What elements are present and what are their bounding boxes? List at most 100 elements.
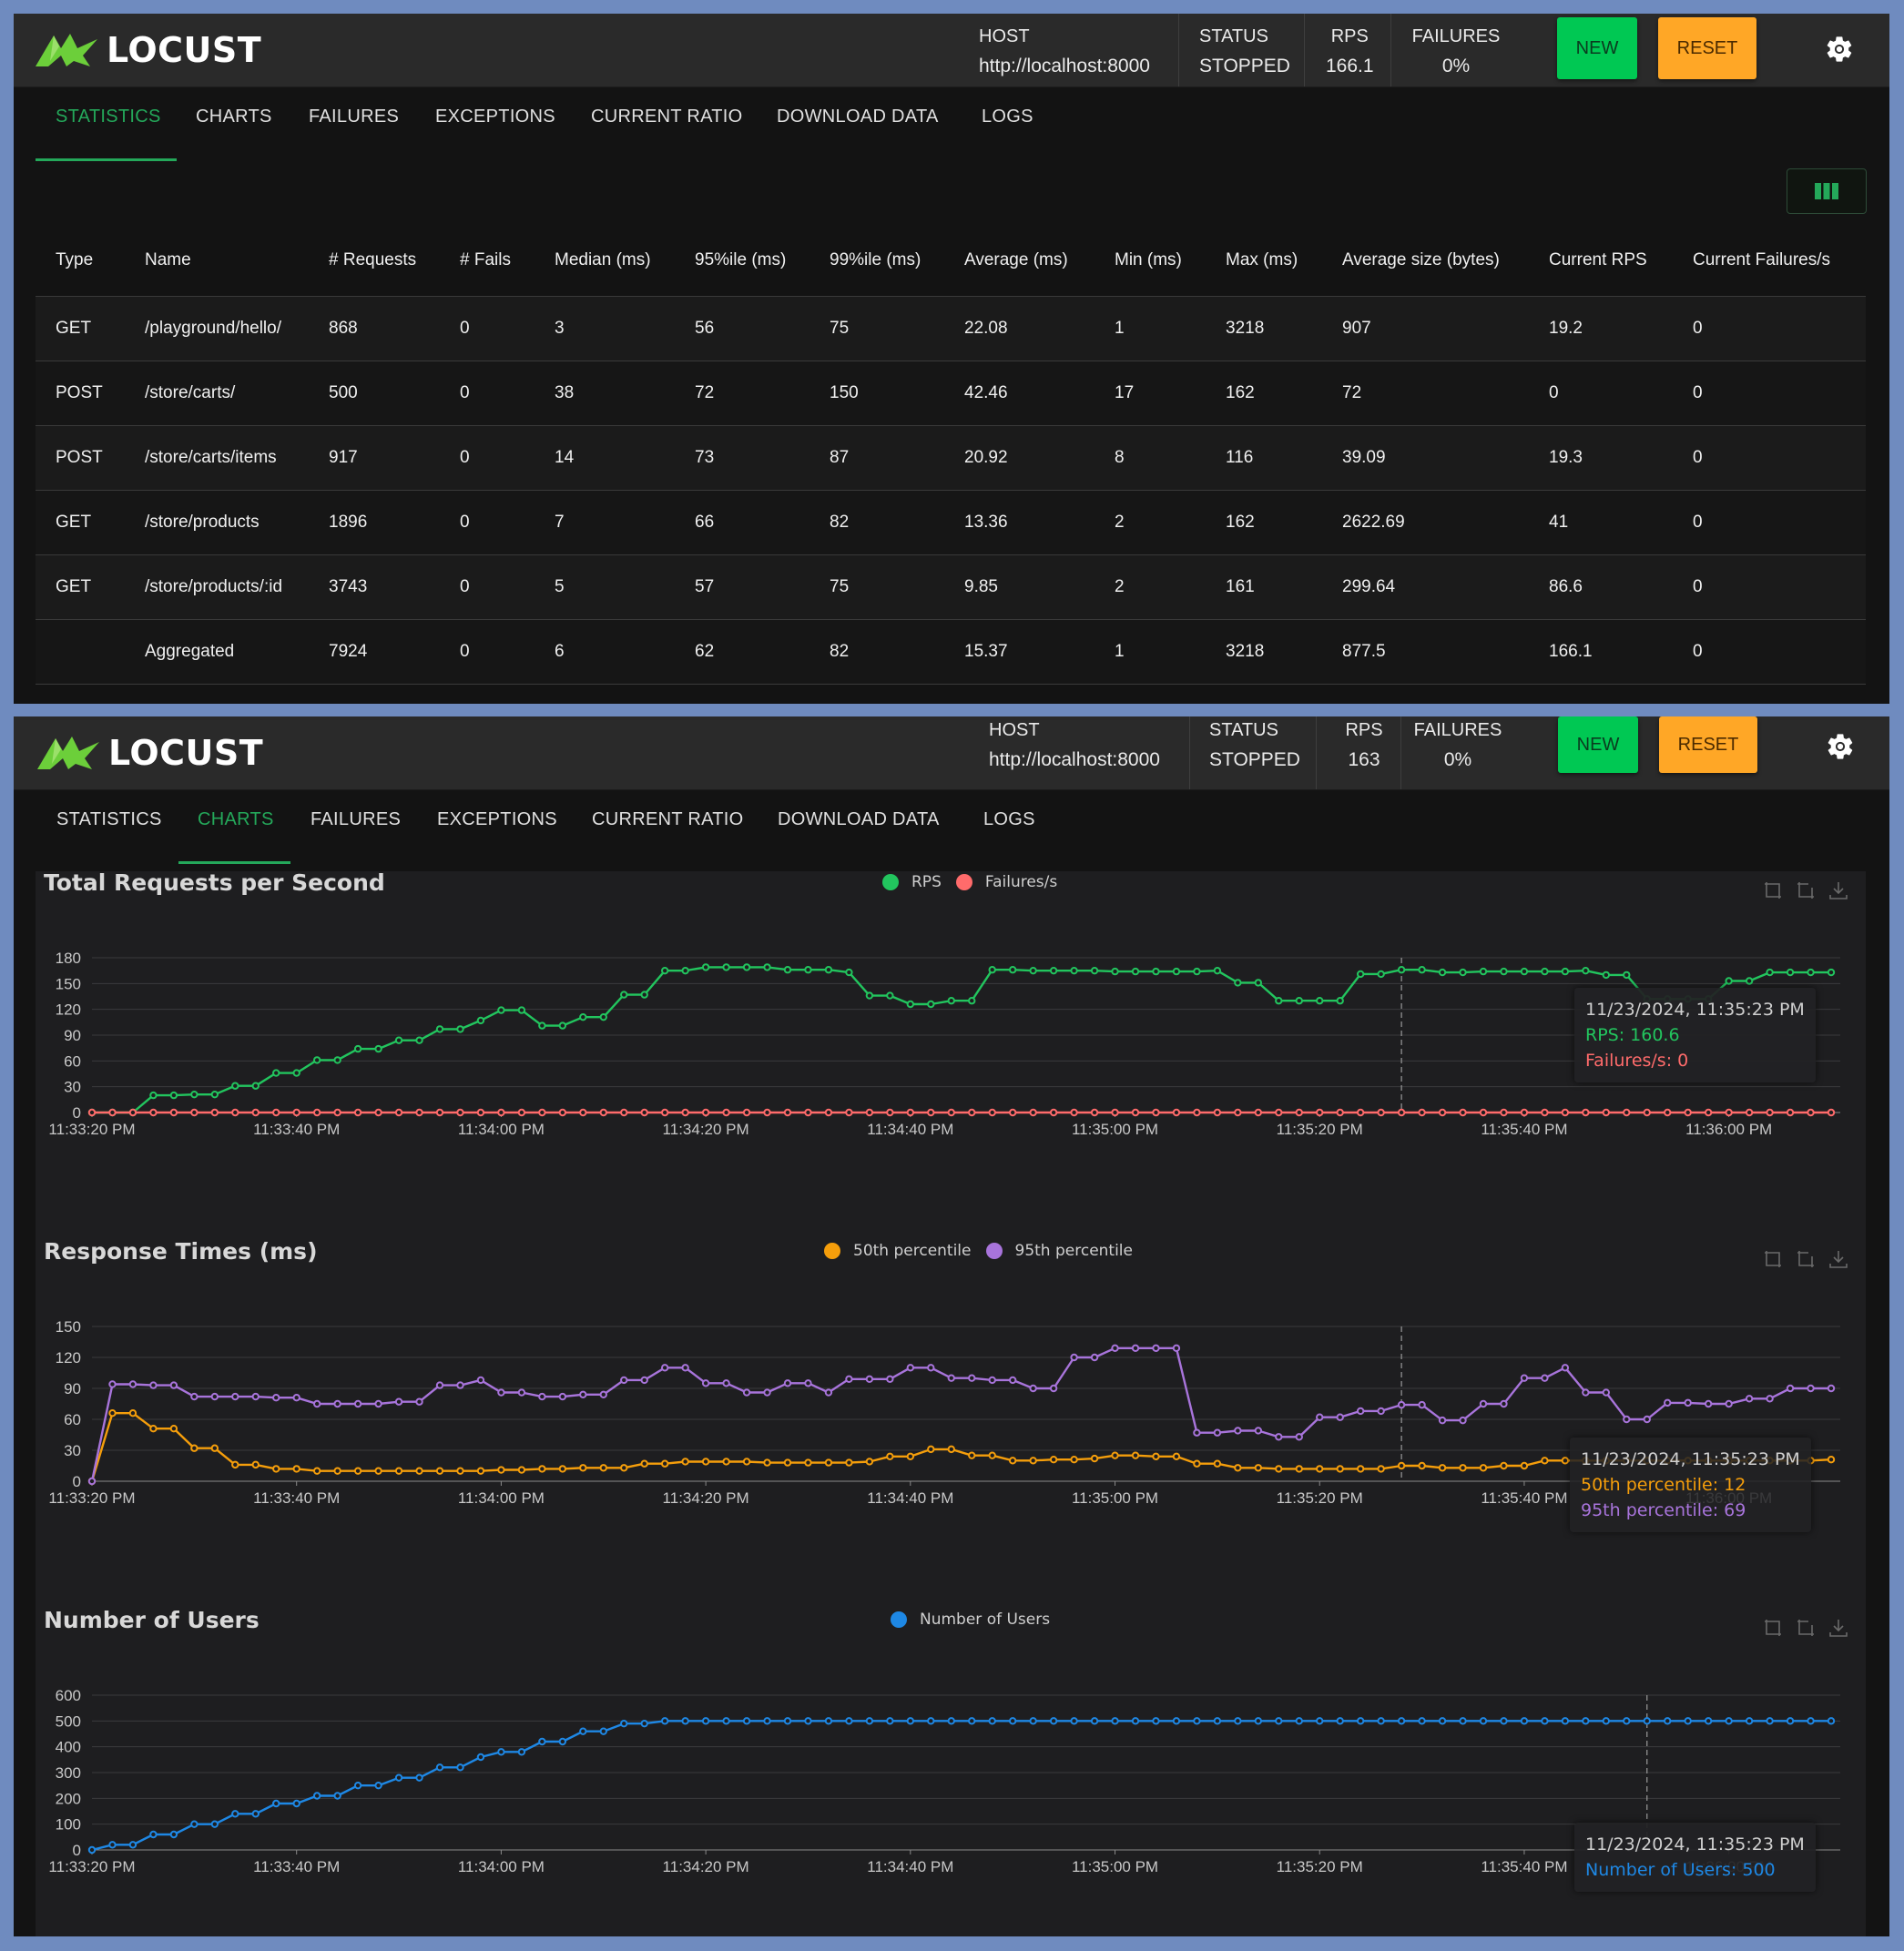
data-point[interactable] <box>763 1717 771 1725</box>
data-point[interactable] <box>558 1392 567 1401</box>
data-point[interactable] <box>456 1381 464 1389</box>
data-point[interactable] <box>190 1820 199 1828</box>
data-point[interactable] <box>845 968 853 977</box>
new-test-button[interactable]: NEW <box>1558 716 1638 773</box>
data-point[interactable] <box>1234 1427 1242 1435</box>
data-point[interactable] <box>394 1397 403 1406</box>
data-point[interactable] <box>1316 1413 1324 1421</box>
data-point[interactable] <box>804 1379 812 1387</box>
data-point[interactable] <box>886 991 894 1000</box>
data-point[interactable] <box>701 1717 710 1725</box>
data-point[interactable] <box>947 1108 955 1117</box>
data-point[interactable] <box>149 1425 158 1433</box>
data-point[interactable] <box>681 1458 689 1466</box>
data-point[interactable] <box>947 1717 955 1725</box>
data-point[interactable] <box>1254 1464 1263 1472</box>
data-point[interactable] <box>128 1380 137 1388</box>
data-point[interactable] <box>1766 1108 1774 1117</box>
data-point[interactable] <box>538 1021 546 1030</box>
data-point[interactable] <box>579 1464 587 1472</box>
data-point[interactable] <box>722 1458 730 1466</box>
data-point[interactable] <box>1152 1344 1160 1353</box>
data-point[interactable] <box>783 1717 792 1725</box>
data-point[interactable] <box>579 1108 587 1117</box>
data-point[interactable] <box>1049 1717 1058 1725</box>
locust-logo[interactable]: LOCUST <box>36 733 263 773</box>
data-point[interactable] <box>1152 1452 1160 1461</box>
data-point[interactable] <box>1090 1108 1099 1117</box>
legend-item-95th[interactable]: 95th percentile <box>985 1242 1133 1260</box>
data-point[interactable] <box>538 1108 546 1117</box>
data-point[interactable] <box>1418 1400 1426 1409</box>
data-point[interactable] <box>415 1108 423 1117</box>
data-point[interactable] <box>1397 1717 1406 1725</box>
data-point[interactable] <box>865 1458 874 1466</box>
data-point[interactable] <box>374 1108 382 1117</box>
data-point[interactable] <box>231 1810 239 1818</box>
tab-charts[interactable]: CHARTS <box>196 107 272 127</box>
data-point[interactable] <box>1561 1457 1570 1465</box>
data-point[interactable] <box>599 1464 607 1472</box>
data-point[interactable] <box>742 1717 751 1725</box>
data-point[interactable] <box>599 1012 607 1021</box>
data-point[interactable] <box>722 963 730 971</box>
data-point[interactable] <box>845 1375 853 1384</box>
data-point[interactable] <box>1316 997 1324 1005</box>
data-point[interactable] <box>1111 1108 1119 1117</box>
data-point[interactable] <box>1541 1374 1549 1382</box>
data-point[interactable] <box>169 1091 178 1100</box>
data-point[interactable] <box>1090 1353 1099 1362</box>
data-point[interactable] <box>681 1108 689 1117</box>
data-point[interactable] <box>968 1374 976 1382</box>
data-point[interactable] <box>231 1392 239 1401</box>
data-point[interactable] <box>538 1737 546 1746</box>
column-header[interactable]: Median (ms) <box>535 225 675 297</box>
data-point[interactable] <box>1356 970 1365 979</box>
data-point[interactable] <box>435 1108 444 1117</box>
data-point[interactable] <box>1377 1407 1385 1416</box>
data-point[interactable] <box>1254 1108 1263 1117</box>
zoom-reset-icon[interactable] <box>1796 1618 1816 1638</box>
data-point[interactable] <box>333 1467 341 1475</box>
data-point[interactable] <box>517 1006 526 1014</box>
data-point[interactable] <box>394 1036 403 1044</box>
data-point[interactable] <box>292 1465 300 1473</box>
data-point[interactable] <box>1582 1388 1590 1397</box>
data-point[interactable] <box>579 1727 587 1735</box>
data-point[interactable] <box>1541 1717 1549 1725</box>
data-point[interactable] <box>701 1458 710 1466</box>
column-header[interactable]: Average (ms) <box>944 225 1095 297</box>
data-point[interactable] <box>1459 1108 1467 1117</box>
data-point[interactable] <box>906 1717 915 1725</box>
data-point[interactable] <box>947 1374 955 1382</box>
data-point[interactable] <box>1684 1398 1692 1407</box>
data-point[interactable] <box>210 1820 219 1828</box>
data-point[interactable] <box>1336 1717 1344 1725</box>
data-point[interactable] <box>1623 1415 1631 1424</box>
data-point[interactable] <box>1704 1108 1713 1117</box>
theme-toggle-gear-icon[interactable] <box>1824 34 1855 65</box>
data-point[interactable] <box>394 1467 403 1475</box>
data-point[interactable] <box>1582 1717 1590 1725</box>
data-point[interactable] <box>1336 1413 1344 1421</box>
data-point[interactable] <box>845 1458 853 1467</box>
data-point[interactable] <box>374 1781 382 1790</box>
data-point[interactable] <box>169 1108 178 1117</box>
data-point[interactable] <box>517 1108 526 1117</box>
data-point[interactable] <box>1070 1456 1078 1464</box>
tab-statistics[interactable]: STATISTICS <box>56 107 161 127</box>
data-point[interactable] <box>497 1388 505 1397</box>
data-point[interactable] <box>783 1458 792 1467</box>
data-point[interactable] <box>742 1108 751 1117</box>
column-header[interactable]: Type <box>36 225 125 297</box>
data-point[interactable] <box>292 1799 300 1808</box>
data-point[interactable] <box>1070 1717 1078 1725</box>
data-point[interactable] <box>1070 1353 1078 1362</box>
data-point[interactable] <box>87 1845 97 1854</box>
data-point[interactable] <box>1643 1415 1651 1424</box>
data-point[interactable] <box>1664 1398 1672 1407</box>
data-point[interactable] <box>1090 1717 1099 1725</box>
data-point[interactable] <box>947 997 955 1005</box>
data-point[interactable] <box>312 1467 321 1475</box>
tab-statistics[interactable]: STATISTICS <box>56 809 162 830</box>
